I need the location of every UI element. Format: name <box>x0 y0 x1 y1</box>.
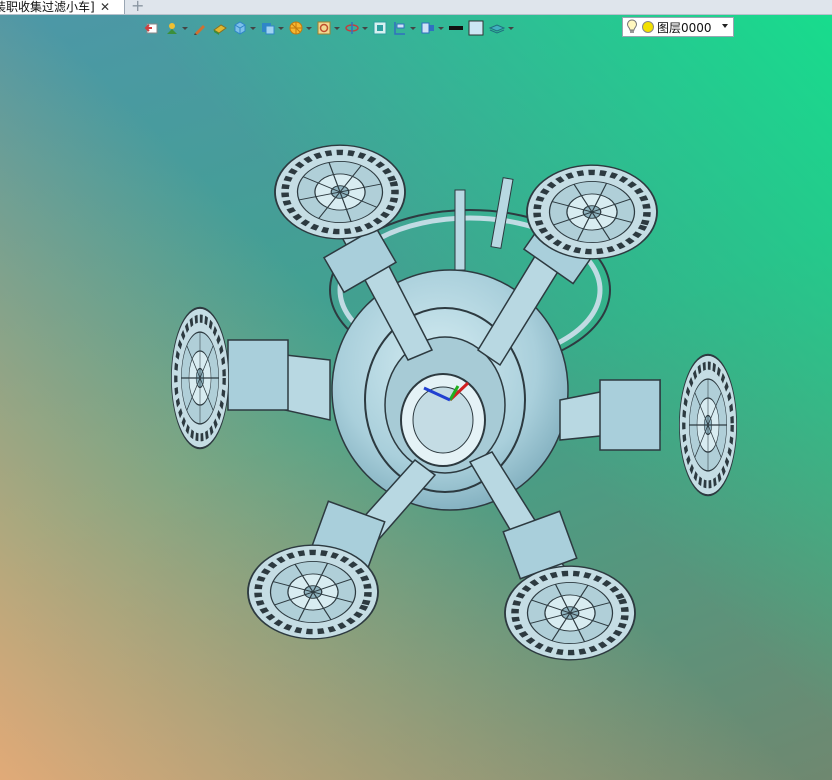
omni-wheel-left <box>171 308 228 448</box>
spherical-robot-model[interactable] <box>0 0 832 780</box>
omni-wheel-right <box>679 355 736 495</box>
omni-wheel-bottom-right <box>487 553 654 673</box>
